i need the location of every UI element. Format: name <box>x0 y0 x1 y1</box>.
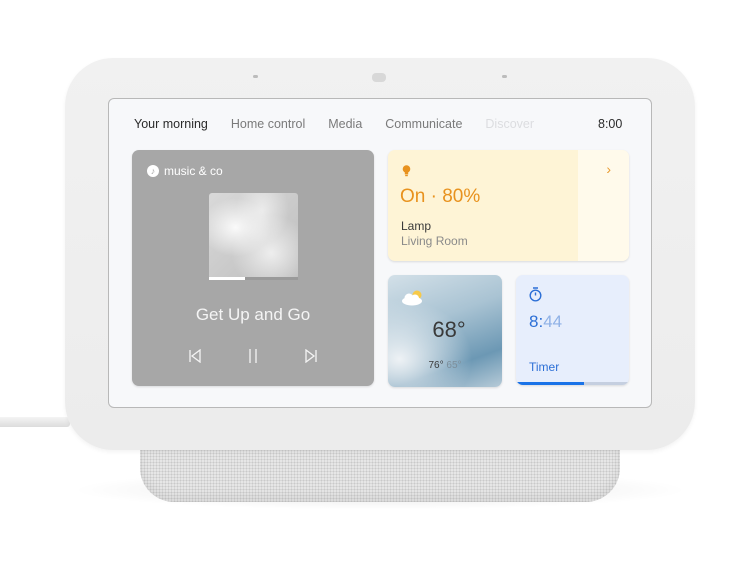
timer-progress-fill <box>516 382 584 385</box>
current-temperature: 68° <box>432 317 466 342</box>
album-art <box>209 193 298 279</box>
timer-progress <box>516 382 629 385</box>
high-low-temperature: 76° 65° <box>388 360 502 371</box>
media-card[interactable]: ♪ music & co Get Up and Go <box>132 150 374 386</box>
skip-next-icon[interactable] <box>302 347 320 365</box>
timer-seconds: 44 <box>543 312 563 331</box>
song-title: Get Up and Go <box>195 305 311 324</box>
tab-home-control[interactable]: Home control <box>231 117 305 131</box>
weather-card[interactable]: 68° 76° 65° <box>388 275 502 387</box>
lamp-room: Living Room <box>401 234 468 248</box>
partly-cloudy-icon <box>401 290 425 311</box>
timer-remaining: 8:44 <box>529 312 562 332</box>
lamp-name: Lamp <box>401 219 432 233</box>
tab-bar: Your morning Home control Media Communic… <box>134 117 557 131</box>
microphone <box>502 75 507 78</box>
tab-discover[interactable]: Discover <box>485 117 534 131</box>
lamp-card[interactable]: › On · 80% Lamp Living Room <box>388 150 629 261</box>
high-temperature: 76° <box>428 360 444 371</box>
music-note-icon: ♪ <box>147 165 159 177</box>
stopwatch-icon <box>529 287 542 307</box>
playback-progress[interactable] <box>209 277 298 280</box>
playback-controls <box>132 347 374 365</box>
lamp-card-side-panel[interactable] <box>578 150 629 261</box>
tab-your-morning[interactable]: Your morning <box>134 117 208 131</box>
clock: 8:00 <box>598 117 623 131</box>
timer-minutes: 8: <box>529 312 544 331</box>
lamp-state: On · 80% <box>400 186 481 207</box>
timer-label: Timer <box>529 360 560 374</box>
power-cable <box>0 417 70 427</box>
tab-media[interactable]: Media <box>328 117 362 131</box>
playback-progress-fill <box>209 277 245 280</box>
media-source-label: music & co <box>164 164 223 178</box>
low-temperature: 65° <box>446 360 462 371</box>
camera-sensor <box>372 73 386 82</box>
pause-icon[interactable] <box>244 347 262 365</box>
lightbulb-icon <box>402 164 411 182</box>
tab-communicate[interactable]: Communicate <box>385 117 462 131</box>
media-source: ♪ music & co <box>147 164 223 178</box>
light-sensor <box>253 75 258 78</box>
chevron-right-icon[interactable]: › <box>606 161 611 177</box>
timer-card[interactable]: 8:44 Timer <box>516 275 629 385</box>
skip-previous-icon[interactable] <box>186 347 204 365</box>
